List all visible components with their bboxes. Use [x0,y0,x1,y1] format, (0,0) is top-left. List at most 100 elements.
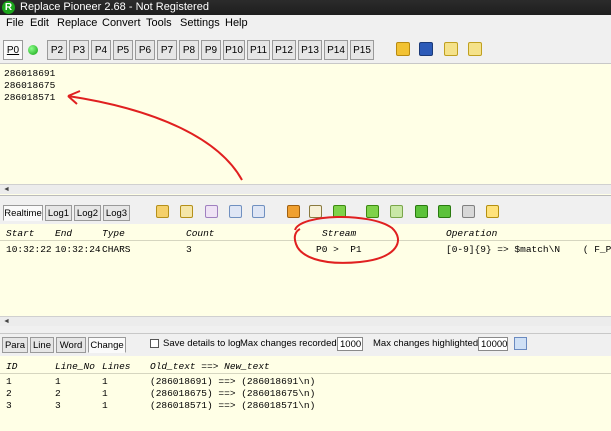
cell-line-no: 2 [55,388,61,399]
cell-start: 10:32:22 [6,244,52,255]
cell-id: 2 [6,388,12,399]
col-line-no: Line_No [55,361,95,372]
cell-text: (286018675) ==> (286018675\n) [150,388,316,399]
menu-replace[interactable]: Replace [57,17,97,29]
run-pipe-icon[interactable] [366,205,379,218]
window-title: Replace Pioneer 2.68 - Not Registered [20,1,209,13]
col-type: Type [102,228,125,239]
cell-text: (286018691) ==> (286018691\n) [150,376,316,387]
log-grid-icon[interactable] [252,205,265,218]
scroll-left-arrow-icon[interactable]: ◄ [3,185,10,194]
tab-line[interactable]: Line [30,337,54,353]
cell-count: 3 [186,244,192,255]
cell-id: 3 [6,400,12,411]
tab-p11[interactable]: P11 [247,40,270,60]
tab-log3[interactable]: Log3 [103,205,130,221]
header-divider [0,240,611,241]
tab-p8[interactable]: P8 [179,40,199,60]
status-dot-icon [28,45,38,55]
run-step-icon[interactable] [390,205,403,218]
tab-p12[interactable]: P12 [272,40,296,60]
save-details-label: Save details to log [163,338,241,349]
app-logo-icon: R [2,1,15,14]
max-recorded-label: Max changes recorded=> [240,338,348,349]
log-html-icon[interactable] [205,205,218,218]
cell-id: 1 [6,376,12,387]
copy-changes-icon[interactable] [514,337,527,350]
book-icon[interactable] [309,205,322,218]
changes-pane[interactable]: ID Line_No Lines Old_text ==> New_text 1… [0,356,611,431]
menu-bar: File Edit Replace Convert Tools Settings… [0,15,611,32]
title-bar: R Replace Pioneer 2.68 - Not Registered [0,0,611,15]
tab-log2[interactable]: Log2 [74,205,101,221]
log-copy-icon[interactable] [180,205,193,218]
tab-p13[interactable]: P13 [298,40,322,60]
cell-type: CHARS [102,244,131,255]
menu-settings[interactable]: Settings [180,17,220,29]
tab-p9[interactable]: P9 [201,40,221,60]
log-pane[interactable]: Start End Type Count Stream Operation 10… [0,224,611,316]
editor-line: 286018675 [4,80,56,91]
col-lines: Lines [102,361,131,372]
log-tabs-bar: Realtime Log1 Log2 Log3 [0,202,611,224]
editor-line: 286018691 [4,68,56,79]
editor-pane[interactable]: 286018691 286018675 286018571 [0,64,611,196]
tab-change[interactable]: Change [88,337,126,353]
max-highlighted-input[interactable]: 10000 [478,337,508,351]
log-export-icon[interactable] [229,205,242,218]
run-all-icon[interactable] [415,205,428,218]
col-stream: Stream [322,228,357,239]
cell-lines: 1 [102,388,108,399]
cell-lines: 1 [102,376,108,387]
tab-p10[interactable]: P10 [223,40,245,60]
open-folder-icon[interactable] [396,42,410,56]
editor-line: 286018571 [4,92,56,103]
log-edit-icon[interactable] [156,205,169,218]
col-operation: Operation [446,228,498,239]
max-highlighted-label: Max changes highlighted=> [373,338,490,349]
tab-realtime[interactable]: Realtime [3,205,43,221]
menu-convert[interactable]: Convert [102,17,141,29]
menu-tools[interactable]: Tools [146,17,172,29]
tab-p7[interactable]: P7 [157,40,177,60]
menu-edit[interactable]: Edit [30,17,49,29]
cell-stream: P0 > P1 [316,244,362,255]
col-end: End [55,228,73,239]
tab-p3[interactable]: P3 [69,40,89,60]
cell-line-no: 1 [55,376,61,387]
tab-para[interactable]: Para [2,337,28,353]
script-icon[interactable] [444,42,458,56]
scroll-left-arrow-icon[interactable]: ◄ [3,317,10,326]
tab-p0[interactable]: P0 [3,40,23,60]
tab-p14[interactable]: P14 [324,40,348,60]
col-count: Count [186,228,215,239]
log-hscrollbar[interactable]: ◄ [0,316,611,326]
tab-p4[interactable]: P4 [91,40,111,60]
run-icon[interactable] [333,205,346,218]
wizard-icon[interactable] [486,205,499,218]
stop-icon[interactable] [462,205,475,218]
menu-file[interactable]: File [6,17,24,29]
cell-line-no: 3 [55,400,61,411]
cell-lines: 1 [102,400,108,411]
max-recorded-input[interactable]: 1000 [337,337,363,351]
tab-p15[interactable]: P15 [350,40,374,60]
col-id: ID [6,361,18,372]
tab-p2[interactable]: P2 [47,40,67,60]
pipe-toolbar: P0 P2 P3 P4 P5 P6 P7 P8 P9 P10 P11 P12 P… [0,35,611,64]
col-old-new-text: Old_text ==> New_text [150,361,270,372]
editor-hscrollbar[interactable]: ◄ [0,184,611,194]
save-details-checkbox[interactable] [150,339,159,348]
tab-p5[interactable]: P5 [113,40,133,60]
tab-p6[interactable]: P6 [135,40,155,60]
changes-header-divider [0,373,611,374]
menu-help[interactable]: Help [225,17,248,29]
script-close-icon[interactable] [468,42,482,56]
tab-log1[interactable]: Log1 [45,205,72,221]
run-batch-icon[interactable] [438,205,451,218]
tab-word[interactable]: Word [56,337,86,353]
log-clear-icon[interactable] [287,205,300,218]
cell-end: 10:32:24 [55,244,101,255]
save-icon[interactable] [419,42,433,56]
col-start: Start [6,228,35,239]
